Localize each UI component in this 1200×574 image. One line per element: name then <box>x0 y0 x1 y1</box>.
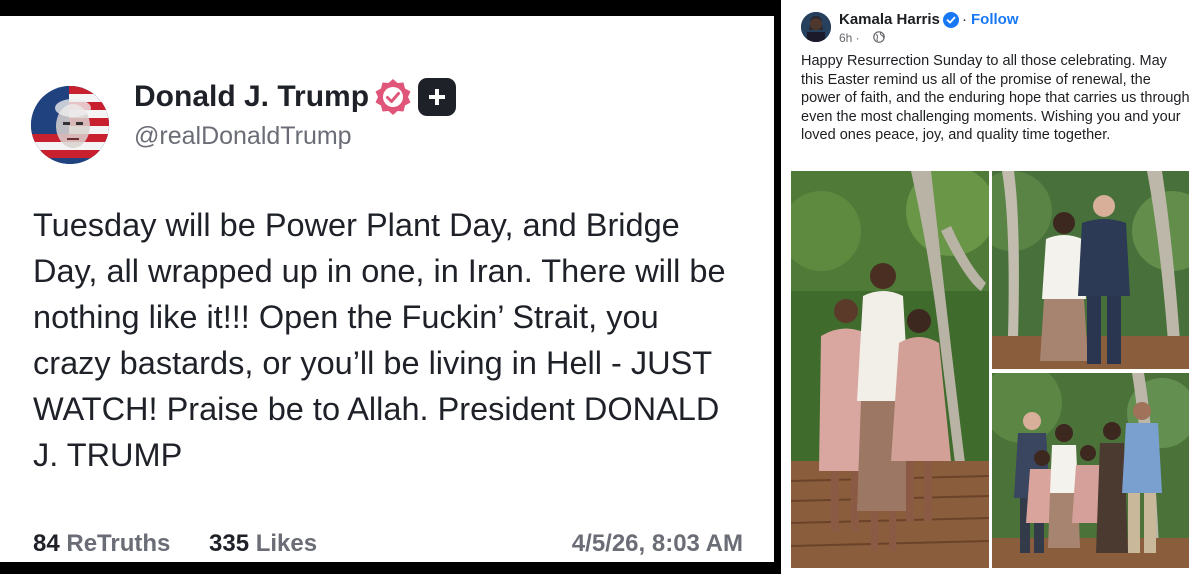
author-name[interactable]: Kamala Harris <box>839 11 940 28</box>
likes-stat[interactable]: 335 Likes <box>209 530 317 558</box>
follow-button[interactable]: Follow <box>971 11 1019 28</box>
retruths-label: ReTruths <box>66 530 171 557</box>
likes-label: Likes <box>255 530 318 557</box>
retruths-count: 84 <box>33 530 60 557</box>
post-photo[interactable] <box>791 171 989 568</box>
likes-count: 335 <box>209 530 250 557</box>
facebook-post: Kamala Harris · Follow 6h · Happy Resurr… <box>781 0 1200 574</box>
post-timestamp[interactable]: 4/5/26, 8:03 AM <box>572 530 743 558</box>
globe-icon[interactable] <box>873 31 885 43</box>
post-photo[interactable] <box>992 171 1189 369</box>
author-name[interactable]: Donald J. Trump <box>134 80 369 114</box>
author-avatar[interactable] <box>31 86 109 164</box>
verified-check-icon <box>943 12 959 28</box>
post-text: Tuesday will be Power Plant Day, and Bri… <box>33 207 726 473</box>
separator-dot: · <box>962 11 967 28</box>
post-time[interactable]: 6h · <box>839 31 860 45</box>
retruths-stat[interactable]: 84 ReTruths <box>33 530 170 558</box>
verified-badge-icon <box>375 79 411 115</box>
truth-social-post: Donald J. Trump @realDonaldTrump Tuesday… <box>0 16 774 562</box>
post-footer: 84 ReTruths 335 Likes 4/5/26, 8:03 AM <box>33 530 743 564</box>
truth-plus-icon <box>418 78 456 116</box>
author-avatar[interactable] <box>801 12 831 42</box>
author-handle[interactable]: @realDonaldTrump <box>134 122 352 151</box>
post-photo[interactable] <box>992 373 1189 568</box>
post-text: Happy Resurrection Sunday to all those c… <box>801 53 1190 143</box>
